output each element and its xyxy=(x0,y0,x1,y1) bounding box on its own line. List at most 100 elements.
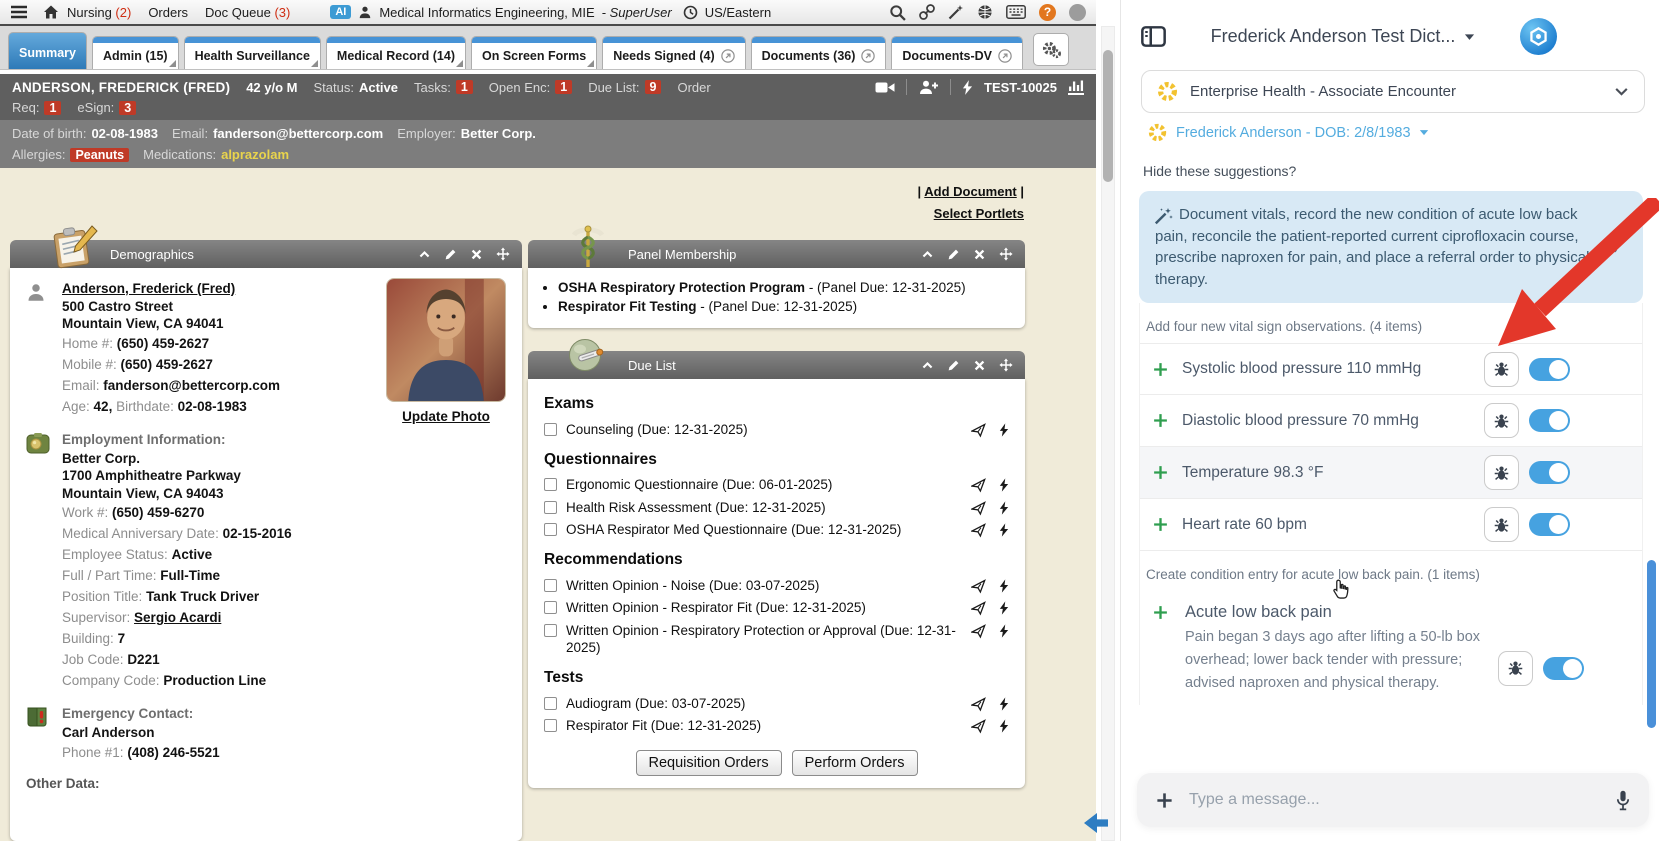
edit-icon[interactable] xyxy=(444,248,457,261)
due-item-checkbox[interactable] xyxy=(544,423,557,436)
debug-button[interactable] xyxy=(1484,455,1519,490)
tab-on-screen-forms[interactable]: On Screen Forms xyxy=(471,36,597,69)
quick-order-icon[interactable] xyxy=(999,719,1009,734)
org-name[interactable]: Medical Informatics Engineering, MIE xyxy=(379,5,594,20)
debug-button[interactable] xyxy=(1484,507,1519,542)
move-icon[interactable] xyxy=(999,247,1013,261)
update-photo-link[interactable]: Update Photo xyxy=(402,409,490,424)
scrollbar-thumb[interactable] xyxy=(1103,50,1113,182)
session-title-dropdown[interactable]: Frederick Anderson Test Dict... xyxy=(1166,26,1520,47)
quick-order-icon[interactable] xyxy=(999,697,1009,712)
clock-icon[interactable] xyxy=(683,5,698,20)
record-id[interactable]: TEST-10025 xyxy=(984,80,1057,95)
ai-panel-scrollbar-thumb[interactable] xyxy=(1647,560,1656,728)
quick-order-icon[interactable] xyxy=(999,501,1009,516)
add-icon[interactable] xyxy=(1152,604,1172,621)
tasks-count-badge[interactable]: 1 xyxy=(456,80,473,94)
tab-settings-button[interactable] xyxy=(1033,33,1069,66)
quick-order-icon[interactable] xyxy=(999,601,1009,616)
tab-admin[interactable]: Admin (15) xyxy=(92,36,179,69)
send-order-icon[interactable] xyxy=(971,523,986,538)
requisition-orders-button[interactable]: Requisition Orders xyxy=(636,750,782,776)
due-item-checkbox[interactable] xyxy=(544,501,557,514)
video-visit-icon[interactable] xyxy=(875,81,895,94)
send-order-icon[interactable] xyxy=(971,423,986,438)
nav-nursing[interactable]: Nursing (2) xyxy=(67,5,131,20)
include-toggle[interactable] xyxy=(1529,513,1570,536)
nav-doc-queue[interactable]: Doc Queue (3) xyxy=(205,5,290,20)
link-icon[interactable] xyxy=(919,4,935,20)
due-item-checkbox[interactable] xyxy=(544,624,557,637)
select-portlets-link[interactable]: Select Portlets xyxy=(934,206,1024,221)
collapse-icon[interactable] xyxy=(921,248,934,261)
debug-button[interactable] xyxy=(1498,651,1533,686)
send-order-icon[interactable] xyxy=(971,624,986,639)
include-toggle[interactable] xyxy=(1543,657,1584,680)
add-icon[interactable] xyxy=(1152,412,1172,429)
send-order-icon[interactable] xyxy=(971,719,986,734)
lightning-icon[interactable] xyxy=(962,80,973,95)
due-item-checkbox[interactable] xyxy=(544,601,557,614)
quick-order-icon[interactable] xyxy=(999,624,1009,639)
demographics-portlet-header[interactable]: Demographics xyxy=(10,240,522,268)
quick-order-icon[interactable] xyxy=(999,423,1009,438)
order-link[interactable]: Order xyxy=(677,80,710,95)
tab-documents[interactable]: Documents (36) xyxy=(751,36,887,69)
quick-order-icon[interactable] xyxy=(999,478,1009,493)
req-count-badge[interactable]: 1 xyxy=(44,101,61,115)
include-toggle[interactable] xyxy=(1529,358,1570,381)
tab-documents-dv[interactable]: Documents-DV xyxy=(891,36,1023,69)
timezone-label[interactable]: US/Eastern xyxy=(705,5,771,20)
add-icon[interactable] xyxy=(1152,361,1172,378)
assistant-logo-icon[interactable] xyxy=(1520,18,1557,55)
quick-order-icon[interactable] xyxy=(999,523,1009,538)
message-input[interactable] xyxy=(1189,791,1600,809)
close-icon[interactable] xyxy=(470,248,483,261)
add-icon[interactable] xyxy=(1152,516,1172,533)
ai-badge[interactable]: AI xyxy=(330,5,351,19)
microphone-icon[interactable] xyxy=(1615,790,1631,811)
collapse-icon[interactable] xyxy=(921,359,934,372)
collapse-panel-arrow-icon[interactable] xyxy=(1082,810,1110,836)
collapse-suggestion-icon[interactable] xyxy=(1603,241,1619,257)
tab-needs-signed[interactable]: Needs Signed (4) xyxy=(602,36,745,69)
add-icon[interactable] xyxy=(1152,464,1172,481)
send-order-icon[interactable] xyxy=(971,478,986,493)
patient-name-link[interactable]: Anderson, Frederick (Fred) xyxy=(62,281,235,296)
allergy-badge[interactable]: Peanuts xyxy=(70,148,129,162)
help-icon[interactable]: ? xyxy=(1039,4,1056,21)
add-document-link[interactable]: Add Document xyxy=(924,184,1016,199)
panel-membership-header[interactable]: Panel Membership xyxy=(528,240,1025,268)
debug-button[interactable] xyxy=(1484,352,1519,387)
chart-stats-icon[interactable] xyxy=(1068,79,1084,95)
send-order-icon[interactable] xyxy=(971,601,986,616)
supervisor-link[interactable]: Sergio Acardi xyxy=(134,610,221,625)
collapse-icon[interactable] xyxy=(418,248,431,261)
keyboard-icon[interactable] xyxy=(1006,5,1026,19)
send-order-icon[interactable] xyxy=(971,579,986,594)
move-icon[interactable] xyxy=(496,247,510,261)
perform-orders-button[interactable]: Perform Orders xyxy=(792,750,918,776)
add-person-icon[interactable] xyxy=(918,79,939,95)
medication-value[interactable]: alprazolam xyxy=(221,147,289,162)
due-list-header[interactable]: Due List xyxy=(528,351,1025,379)
include-toggle[interactable] xyxy=(1529,409,1570,432)
globe-icon[interactable] xyxy=(977,4,993,20)
panel-toggle-icon[interactable] xyxy=(1141,26,1166,47)
include-toggle[interactable] xyxy=(1529,461,1570,484)
esign-count-badge[interactable]: 3 xyxy=(119,101,136,115)
nav-orders[interactable]: Orders xyxy=(148,5,188,20)
patient-name[interactable]: ANDERSON, FREDERICK (FRED) xyxy=(12,80,230,95)
open-enc-count-badge[interactable]: 1 xyxy=(555,80,572,94)
attach-plus-icon[interactable] xyxy=(1155,791,1174,810)
debug-button[interactable] xyxy=(1484,403,1519,438)
due-item-checkbox[interactable] xyxy=(544,478,557,491)
patient-context-dropdown[interactable]: Frederick Anderson - DOB: 2/8/1983 xyxy=(1147,122,1645,143)
due-list-count-badge[interactable]: 9 xyxy=(645,80,662,94)
home-icon[interactable] xyxy=(43,4,59,20)
tab-health-surveillance[interactable]: Health Surveillance xyxy=(184,36,321,69)
move-icon[interactable] xyxy=(999,358,1013,372)
quick-order-icon[interactable] xyxy=(999,579,1009,594)
close-icon[interactable] xyxy=(973,248,986,261)
edit-icon[interactable] xyxy=(947,359,960,372)
